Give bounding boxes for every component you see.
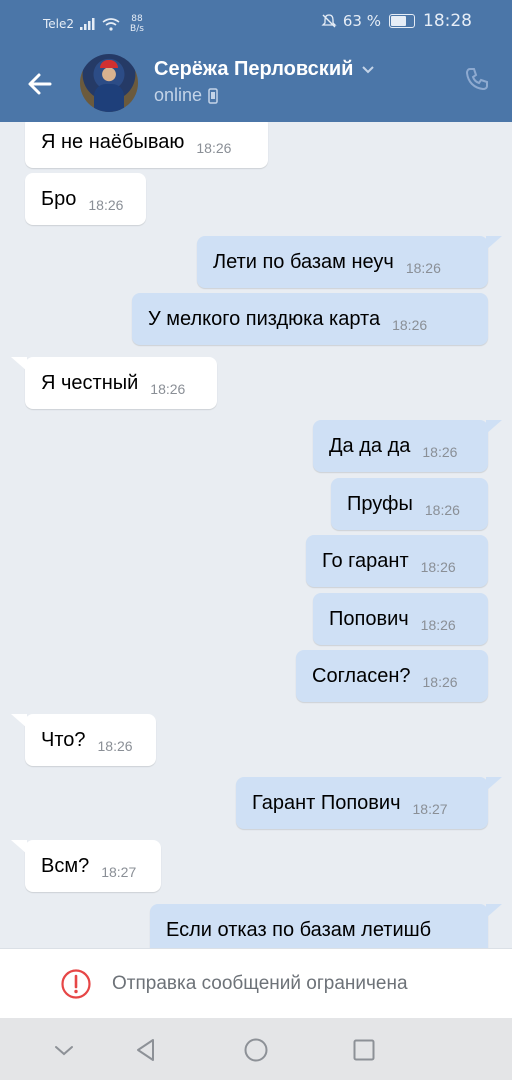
message-text: Пруфы (347, 492, 413, 515)
restriction-text: Отправка сообщений ограничена (112, 973, 408, 994)
hide-keyboard-icon[interactable] (50, 1036, 78, 1064)
message-time: 18:26 (422, 444, 458, 460)
battery-fill (391, 16, 407, 26)
message-time: 18:26 (420, 617, 456, 633)
message-time: 18:26 (196, 140, 232, 156)
message-bubble-incoming[interactable]: Всм? 18:27 (25, 840, 161, 892)
nav-back-icon[interactable] (132, 1036, 160, 1064)
message-bubble-outgoing[interactable]: Если отказ по базам летишб (150, 904, 488, 948)
message-time: 18:26 (422, 674, 458, 690)
nav-home-icon[interactable] (242, 1036, 270, 1064)
bubble-tail (11, 357, 27, 371)
nav-recents-icon[interactable] (350, 1036, 378, 1064)
status-left: Tele2 88 B/s (43, 14, 144, 34)
status-bar: Tele2 88 B/s 63 % 18:28 (0, 0, 512, 44)
message-text: У мелкого пиздюка карта (148, 307, 381, 330)
wifi-icon (102, 17, 120, 31)
message-time: 18:27 (412, 801, 448, 817)
status-right: 63 % 18:28 (321, 11, 472, 31)
speed-value: 88 (131, 14, 143, 24)
message-list[interactable]: Я не наёбываю 18:26 Бро 18:26 Лети по база… (0, 122, 512, 948)
contact-name: Серёжа Перловский (154, 58, 354, 80)
restriction-bar: Отправка сообщений ограничена (0, 948, 512, 1019)
phone-icon[interactable] (464, 66, 490, 92)
bubble-tail (486, 420, 502, 434)
mute-icon (321, 14, 337, 28)
message-text: Гарант Попович (252, 791, 401, 814)
message-text: Я не наёбываю (41, 130, 185, 153)
message-text: Если отказ по базам летишб (166, 918, 432, 941)
message-text: Я честный (41, 371, 139, 394)
message-bubble-outgoing[interactable]: Гарант Попович 18:27 (236, 777, 488, 829)
message-bubble-outgoing[interactable]: У мелкого пиздюка карта 18:26 (132, 293, 488, 345)
message-text: Да да да (329, 434, 411, 457)
message-bubble-outgoing[interactable]: Го гарант 18:26 (306, 535, 488, 587)
system-nav-bar (0, 1018, 512, 1080)
chat-header: Серёжа Перловский online (0, 44, 512, 122)
message-bubble-incoming[interactable]: Бро 18:26 (25, 173, 146, 225)
message-time: 18:26 (150, 381, 186, 397)
message-text: Го гарант (322, 549, 409, 572)
bubble-tail (11, 714, 27, 728)
avatar[interactable] (80, 54, 138, 112)
message-time: 18:26 (424, 502, 460, 518)
message-time: 18:26 (97, 738, 133, 754)
message-time: 18:27 (101, 864, 137, 880)
message-bubble-incoming[interactable]: Я не наёбываю 18:26 (25, 122, 268, 168)
clock: 18:28 (423, 11, 472, 31)
message-bubble-outgoing[interactable]: Да да да 18:26 (313, 420, 488, 472)
message-text: Всм? (41, 854, 90, 877)
mobile-device-icon (208, 87, 218, 104)
warning-icon (61, 969, 91, 999)
chevron-down-icon (362, 65, 375, 73)
message-text: Что? (41, 728, 86, 751)
bubble-tail (11, 840, 27, 854)
contact-name-row[interactable]: Серёжа Перловский (154, 58, 375, 81)
message-time: 18:26 (392, 317, 428, 333)
message-time: 18:26 (88, 197, 124, 213)
bubble-tail (486, 904, 502, 918)
message-text: Бро (41, 187, 77, 210)
bubble-tail (486, 236, 502, 250)
message-text: Попович (329, 607, 409, 630)
message-bubble-outgoing[interactable]: Согласен? 18:26 (296, 650, 488, 702)
carrier-label: Tele2 (43, 17, 75, 31)
message-time: 18:26 (405, 260, 441, 276)
bubble-tail (486, 777, 502, 791)
message-time: 18:26 (420, 559, 456, 575)
message-bubble-incoming[interactable]: Что? 18:26 (25, 714, 156, 766)
battery-percent: 63 % (342, 12, 381, 30)
message-bubble-outgoing[interactable]: Попович 18:26 (313, 593, 488, 645)
message-bubble-outgoing[interactable]: Лети по базам неуч 18:26 (197, 236, 488, 288)
battery-icon (389, 14, 415, 28)
back-arrow-icon[interactable] (22, 66, 58, 102)
contact-status-row: online (154, 85, 218, 106)
avatar-cap (100, 60, 118, 68)
message-text: Лети по базам неуч (213, 250, 394, 273)
speed-unit: B/s (130, 24, 144, 34)
signal-icon (80, 18, 95, 30)
message-bubble-incoming[interactable]: Я честный 18:26 (25, 357, 217, 409)
message-bubble-outgoing[interactable]: Пруфы 18:26 (331, 478, 488, 530)
contact-status: online (154, 85, 203, 105)
network-speed: 88 B/s (130, 14, 144, 34)
message-text: Согласен? (312, 664, 411, 687)
avatar-figure (94, 84, 124, 112)
